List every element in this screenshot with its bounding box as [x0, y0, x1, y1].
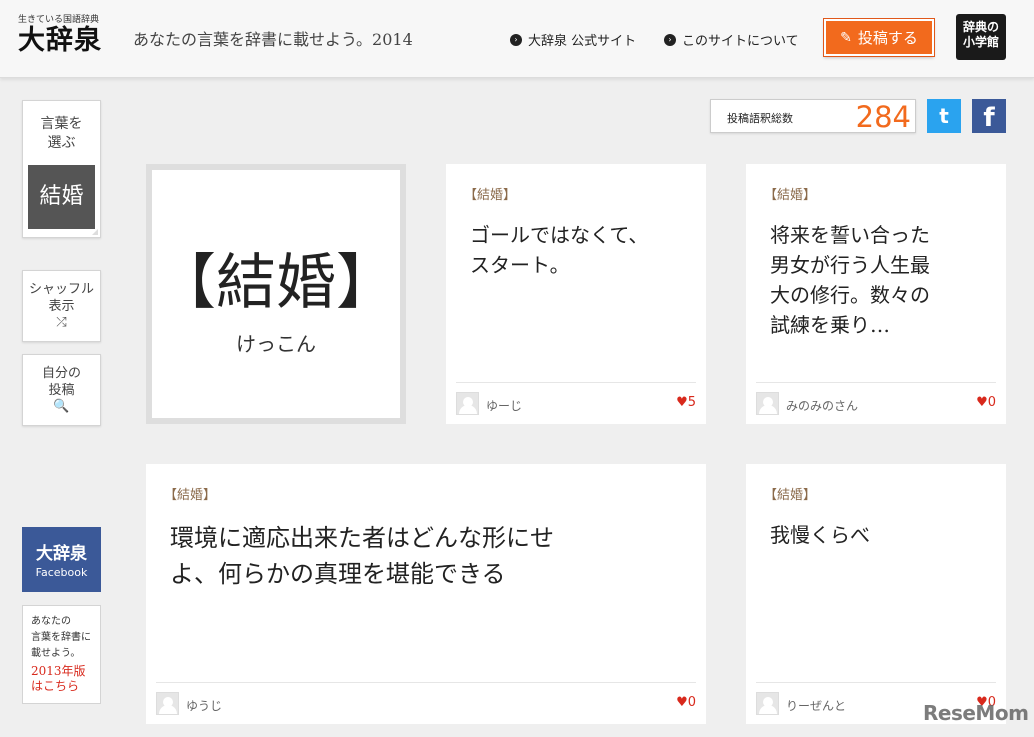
post-card[interactable]: 【結婚】 我慢くらべ りーぜんと ♥0 — [746, 464, 1006, 724]
shuffle-icon: ⤮ — [56, 315, 67, 330]
heart-icon: ♥ — [676, 395, 688, 410]
choose-label-line-1: 言葉を — [40, 116, 83, 132]
choose-word-button[interactable]: 言葉を 選ぶ 結婚 — [22, 100, 101, 238]
shuffle-label-line-2: 表示 — [48, 299, 75, 314]
headword: 【結婚】 — [156, 248, 396, 318]
site-logo[interactable]: 生きている国語辞典 大辞泉 — [18, 12, 118, 57]
logo-title: 大辞泉 — [18, 25, 102, 56]
post-body: ゴールではなくて、 スタート。 — [470, 220, 648, 280]
post-line: ゴールではなくて、 — [470, 223, 649, 247]
facebook-page-button[interactable]: 大辞泉 Facebook — [22, 527, 101, 592]
post-username[interactable]: りーぜんと — [786, 697, 846, 714]
post-footer: みのみのさん ♥0 — [756, 382, 996, 424]
promo-line-3: 載せよう。 — [31, 648, 81, 659]
pencil-icon: ✎ — [840, 29, 852, 46]
nav-label: 大辞泉 公式サイト — [528, 34, 637, 49]
post-tag: 【結婚】 — [164, 488, 217, 503]
post-username[interactable]: みのみのさん — [786, 397, 858, 414]
post-body: 環境に適応出来た者はどんな形にせ よ、何らかの真理を堪能できる — [170, 520, 554, 592]
headword-reading: けっこん — [236, 332, 316, 356]
post-card[interactable]: 【結婚】 将来を誓い合った 男女が行う人生最 大の修行。数々の 試練を乗り… み… — [746, 164, 1006, 424]
post-line: 将来を誓い合った — [770, 223, 930, 247]
like-count: 0 — [687, 695, 696, 710]
post-footer: ゆーじ ♥5 — [456, 382, 696, 424]
promo-red-line-1: 2013年版 — [31, 664, 86, 678]
post-button[interactable]: ✎ 投稿する — [824, 19, 934, 56]
post-body: 我慢くらべ — [770, 520, 870, 550]
facebook-share-button[interactable]: f — [972, 99, 1006, 133]
corner-triangle-icon — [92, 229, 98, 235]
post-count-label: 投稿語釈総数 — [727, 112, 793, 125]
post-username[interactable]: ゆうじ — [186, 697, 222, 714]
like-count: 0 — [987, 395, 996, 410]
selected-word: 結婚 — [28, 165, 95, 229]
nav-official-site-link[interactable]: › 大辞泉 公式サイト — [510, 30, 636, 49]
promo-line-1: あなたの — [31, 616, 71, 627]
post-card[interactable]: 【結婚】 ゴールではなくて、 スタート。 ゆーじ ♥5 — [446, 164, 706, 424]
post-button-label: 投稿する — [857, 29, 918, 47]
my-posts-button[interactable]: 自分の 投稿 🔍 — [22, 354, 101, 426]
post-tag: 【結婚】 — [764, 488, 817, 503]
nav-label: このサイトについて — [682, 34, 799, 49]
twitter-icon: t — [939, 104, 949, 128]
watermark-logo: ReseMom — [923, 701, 1029, 725]
post-count-box: 投稿語釈総数 284 — [710, 99, 916, 134]
avatar — [756, 392, 779, 415]
avatar — [456, 392, 479, 415]
chevron-right-icon: › — [664, 33, 676, 46]
post-username[interactable]: ゆーじ — [486, 397, 522, 414]
post-line: 大の修行。数々の — [770, 283, 930, 307]
nav-about-link[interactable]: › このサイトについて — [664, 30, 799, 49]
site-header: 生きている国語辞典 大辞泉 あなたの言葉を辞書に載せよう。2014 › 大辞泉 … — [0, 0, 1034, 78]
shogakukan-line-2: 小学館 — [962, 35, 999, 49]
site-tagline: あなたの言葉を辞書に載せよう。2014 — [133, 30, 413, 49]
post-count-value: 284 — [855, 100, 911, 134]
post-line: スタート。 — [470, 253, 570, 277]
chevron-right-icon: › — [510, 33, 522, 46]
post-line: よ、何らかの真理を堪能できる — [170, 560, 506, 588]
post-line: 男女が行う人生最 — [770, 253, 930, 277]
post-tag: 【結婚】 — [464, 188, 517, 203]
post-footer: ゆうじ ♥0 — [156, 682, 696, 724]
like-button[interactable]: ♥0 — [976, 395, 996, 410]
facebook-page-title: 大辞泉 — [36, 544, 87, 564]
like-button[interactable]: ♥5 — [676, 395, 696, 410]
like-button[interactable]: ♥0 — [676, 695, 696, 710]
shuffle-button[interactable]: シャッフル 表示 ⤮ — [22, 270, 101, 342]
shogakukan-line-1: 辞典の — [962, 20, 999, 34]
facebook-icon: f — [983, 103, 995, 133]
facebook-page-subtitle: Facebook — [35, 566, 88, 579]
avatar — [156, 692, 179, 715]
my-posts-label-line-1: 自分の — [41, 366, 81, 381]
edition-2013-link[interactable]: あなたの 言葉を辞書に 載せよう。 2013年版 はこちら — [22, 605, 101, 704]
logo-subtitle: 生きている国語辞典 — [18, 15, 100, 25]
choose-label-line-2: 選ぶ — [47, 135, 76, 151]
post-card[interactable]: 【結婚】 環境に適応出来た者はどんな形にせ よ、何らかの真理を堪能できる ゆうじ… — [146, 464, 706, 724]
promo-line-2: 言葉を辞書に — [31, 632, 91, 643]
promo-red-line-2: はこちら — [31, 679, 80, 693]
shogakukan-logo[interactable]: 辞典の 小学館 — [956, 14, 1006, 60]
shuffle-label-line-1: シャッフル — [28, 282, 94, 297]
post-body: 将来を誓い合った 男女が行う人生最 大の修行。数々の 試練を乗り… — [770, 220, 930, 340]
post-line: 環境に適応出来た者はどんな形にせ — [170, 524, 554, 552]
headword-card: 【結婚】 けっこん — [146, 164, 406, 424]
post-tag: 【結婚】 — [764, 188, 817, 203]
like-count: 5 — [687, 395, 696, 410]
post-line: 試練を乗り… — [770, 313, 890, 337]
heart-icon: ♥ — [676, 695, 688, 710]
avatar — [756, 692, 779, 715]
search-icon: 🔍 — [53, 399, 70, 414]
twitter-share-button[interactable]: t — [927, 99, 961, 133]
my-posts-label-line-2: 投稿 — [48, 383, 75, 398]
heart-icon: ♥ — [976, 395, 988, 410]
post-line: 我慢くらべ — [770, 523, 870, 547]
